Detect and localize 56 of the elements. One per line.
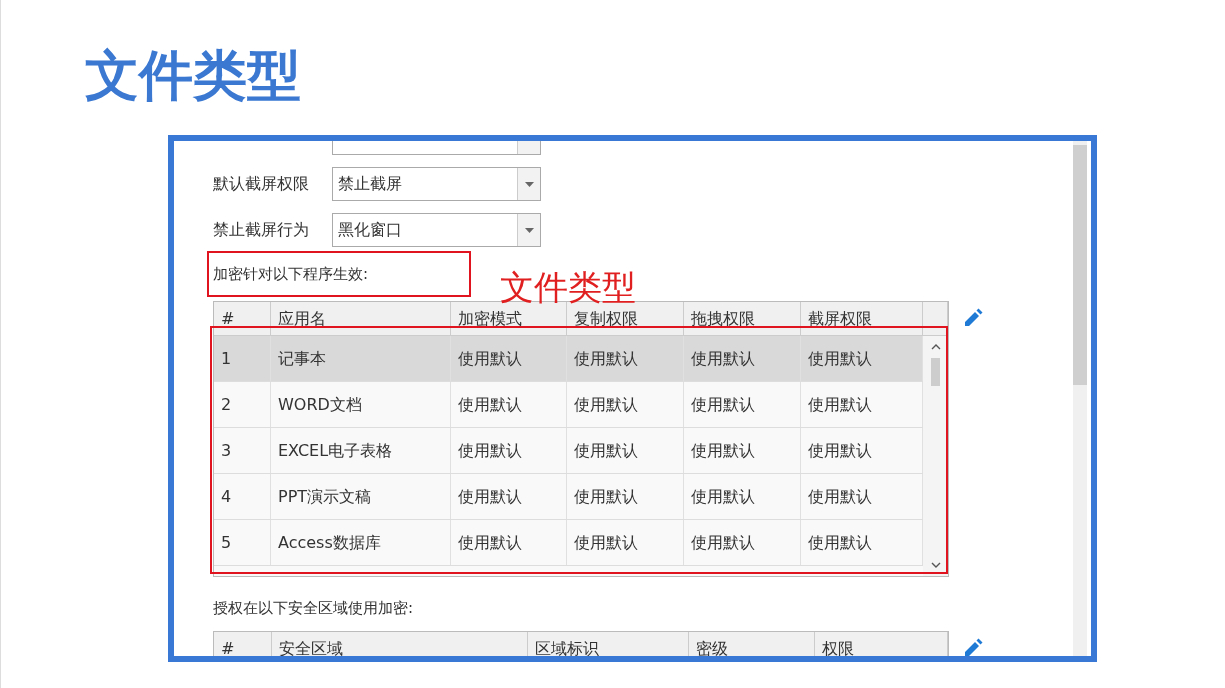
- scrollbar-thumb[interactable]: [1073, 145, 1087, 385]
- column-header[interactable]: #: [214, 632, 272, 656]
- column-header[interactable]: 权限: [815, 632, 948, 656]
- table-cell: 使用默认: [684, 382, 801, 427]
- column-header[interactable]: 截屏权限: [801, 302, 923, 335]
- caret-up-icon: [930, 344, 941, 350]
- caret-down-icon: [930, 562, 941, 568]
- table-cell: 使用默认: [684, 520, 801, 565]
- table-cell: 1: [214, 336, 271, 381]
- table-cell: 4: [214, 474, 271, 519]
- table-row[interactable]: 1 记事本 使用默认 使用默认 使用默认 使用默认: [214, 336, 923, 382]
- table-cell: Access数据库: [271, 520, 451, 565]
- table-cell: 使用默认: [567, 474, 684, 519]
- table-cell: 使用默认: [684, 336, 801, 381]
- table-cell: 使用默认: [567, 382, 684, 427]
- column-header[interactable]: 密级: [689, 632, 815, 656]
- table-cell: 使用默认: [567, 520, 684, 565]
- edit-icon[interactable]: [962, 637, 984, 656]
- caret-down-icon: [524, 227, 534, 233]
- setting-label: 默认截屏权限: [213, 173, 310, 195]
- table-cell: 记事本: [271, 336, 451, 381]
- column-header[interactable]: 区域标识: [528, 632, 689, 656]
- table-cell: PPT演示文稿: [271, 474, 451, 519]
- table-cell: WORD文档: [271, 382, 451, 427]
- column-header[interactable]: 拖拽权限: [684, 302, 801, 335]
- table-cell: 使用默认: [567, 428, 684, 473]
- table-cell: 2: [214, 382, 271, 427]
- column-header[interactable]: 安全区域: [272, 632, 528, 656]
- table-cell: 使用默认: [451, 428, 567, 473]
- scrollbar[interactable]: [923, 336, 948, 576]
- scrollbar[interactable]: [1073, 141, 1087, 656]
- table-cell: 使用默认: [684, 428, 801, 473]
- table-row[interactable]: 5 Access数据库 使用默认 使用默认 使用默认 使用默认: [214, 520, 923, 566]
- slide-title: 文件类型: [85, 46, 301, 106]
- section-label: 授权在以下安全区域使用加密:: [213, 599, 414, 617]
- table-cell: 使用默认: [451, 474, 567, 519]
- column-header[interactable]: #: [214, 302, 271, 335]
- section-label: 加密针对以下程序生效:: [213, 265, 369, 283]
- table-row[interactable]: 3 EXCEL电子表格 使用默认 使用默认 使用默认 使用默认: [214, 428, 923, 474]
- table-cell: EXCEL电子表格: [271, 428, 451, 473]
- table-cell: 5: [214, 520, 271, 565]
- edit-icon[interactable]: [962, 307, 984, 329]
- table-cell: 使用默认: [451, 520, 567, 565]
- table-cell: 使用默认: [451, 336, 567, 381]
- column-header[interactable]: 应用名: [271, 302, 451, 335]
- dropdown-field[interactable]: 黑化窗口: [332, 213, 541, 247]
- setting-label: 禁止截屏行为: [213, 219, 310, 241]
- scrollbar-thumb[interactable]: [931, 358, 940, 386]
- table-cell: 3: [214, 428, 271, 473]
- table-cell: 使用默认: [451, 382, 567, 427]
- caret-down-icon: [524, 181, 534, 187]
- dropdown-field[interactable]: 禁止截屏: [332, 167, 541, 201]
- table-row[interactable]: 4 PPT演示文稿 使用默认 使用默认 使用默认 使用默认: [214, 474, 923, 520]
- table-cell: 使用默认: [684, 474, 801, 519]
- table-cell: 使用默认: [567, 336, 684, 381]
- table-row[interactable]: 2 WORD文档 使用默认 使用默认 使用默认 使用默认: [214, 382, 923, 428]
